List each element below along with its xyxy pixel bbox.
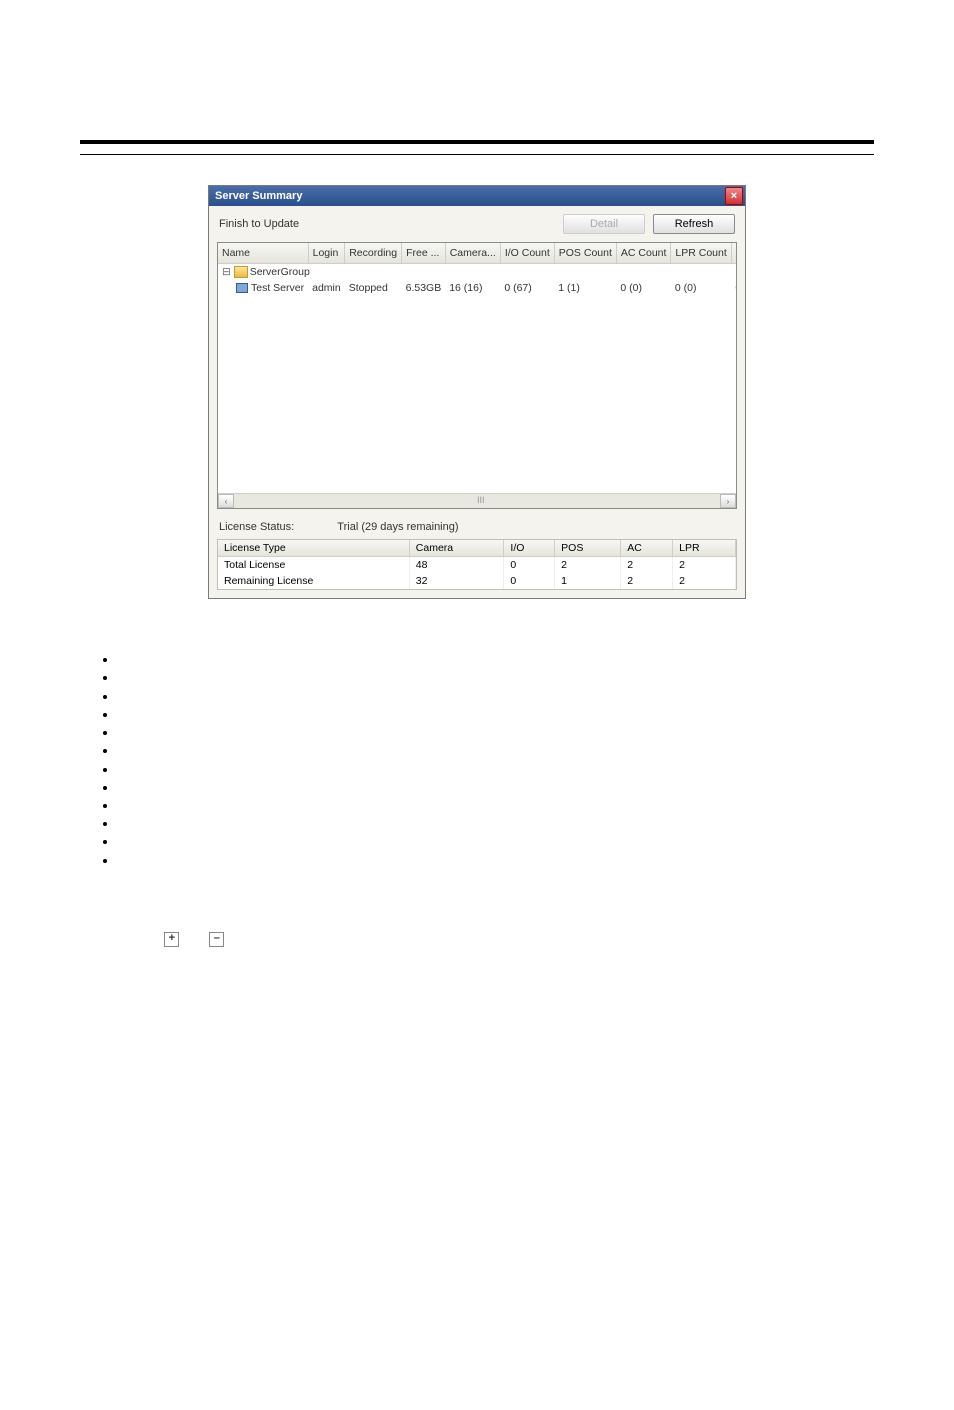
h-scrollbar[interactable]: ‹ III ›	[218, 493, 736, 508]
minus-icon: –	[209, 932, 224, 947]
lic-col-cam[interactable]: Camera	[409, 540, 504, 557]
list-item: LPR Count: the number of LPR devices occ…	[118, 797, 864, 815]
cell-free: 6.53GB	[402, 280, 446, 296]
list-item: I/O Count: the number of I/O devices occ…	[118, 742, 864, 760]
list-item: Time Zone: the time zone the server is l…	[118, 815, 864, 833]
section-heading: 2.3.2 Add Group	[90, 884, 864, 902]
list-item: License Type: the type and the amount of…	[118, 852, 864, 870]
list-item: Free Space: used for recording	[118, 706, 864, 724]
cell-pos: 1 (1)	[554, 280, 616, 296]
lic-row-total: Total License 48 0 2 2 2	[218, 557, 736, 574]
cell-lpr: 0 (0)	[671, 280, 731, 296]
col-free[interactable]: Free ...	[402, 243, 446, 264]
lic-col-pos[interactable]: POS	[555, 540, 621, 557]
cell-camera: 16 (16)	[445, 280, 500, 296]
dialog-title: Server Summary	[215, 190, 302, 202]
cell-ac: 0 (0)	[616, 280, 671, 296]
server-name: Test Server	[251, 282, 304, 294]
close-icon[interactable]: ×	[725, 187, 743, 205]
col-login[interactable]: Login	[308, 243, 345, 264]
dialog-title-bar: Server Summary ×	[209, 186, 745, 206]
cell-login: admin	[308, 280, 345, 296]
cell-io: 0 (67)	[500, 280, 554, 296]
group-row[interactable]: ServerGroup	[218, 264, 737, 281]
server-summary-dialog: Server Summary × Finish to Update Detail…	[208, 185, 746, 599]
para-1: User may create Group to place multiple …	[90, 902, 864, 920]
license-table: License Type Camera I/O POS AC LPR Total…	[217, 539, 737, 590]
list-item: Login: the account name used to login th…	[118, 669, 864, 687]
fields-list: Name: the name of the server Login: the …	[90, 651, 864, 870]
lic-row-remaining: Remaining License 32 0 1 2 2	[218, 573, 736, 589]
scroll-left-icon[interactable]: ‹	[218, 494, 234, 508]
folder-icon	[234, 266, 248, 278]
col-pos[interactable]: POS Count	[554, 243, 616, 264]
cell-recording: Stopped	[345, 280, 402, 296]
list-item: Name: the name of the server	[118, 651, 864, 669]
refresh-button[interactable]: Refresh	[653, 214, 735, 234]
col-lpr[interactable]: LPR Count	[671, 243, 731, 264]
col-io[interactable]: I/O Count	[500, 243, 554, 264]
server-icon	[236, 283, 248, 293]
cell-tz: GMT+08:00	[731, 280, 737, 296]
server-row[interactable]: Test Server admin Stopped 6.53GB 16 (16)…	[218, 280, 737, 296]
lic-col-type[interactable]: License Type	[218, 540, 409, 557]
col-tz[interactable]: Time Zone	[731, 243, 737, 264]
col-recording[interactable]: Recording	[345, 243, 402, 264]
lic-col-io[interactable]: I/O	[504, 540, 555, 557]
lic-col-ac[interactable]: AC	[621, 540, 673, 557]
lic-col-lpr[interactable]: LPR	[673, 540, 736, 557]
plus-icon: +	[164, 932, 179, 947]
list-item: Camera Count: the number of cameras bein…	[118, 724, 864, 742]
list-item: P OS Count : the number of P OS devices …	[118, 761, 864, 779]
license-status-value: Trial (29 days remaining)	[337, 521, 458, 533]
server-table: Name Login Recording Free ... Camera... …	[217, 242, 737, 509]
group-name: ServerGroup	[250, 266, 310, 278]
list-item: Recording: the recording status of the s…	[118, 688, 864, 706]
col-ac[interactable]: AC Count	[616, 243, 671, 264]
table-header-row: Name Login Recording Free ... Camera... …	[218, 243, 737, 264]
detail-button: Detail	[563, 214, 645, 234]
col-camera[interactable]: Camera...	[445, 243, 500, 264]
list-item: License Status: the status of current li…	[118, 833, 864, 851]
update-status: Finish to Update	[219, 218, 555, 230]
list-item: AC Count: the number of AC devices occup…	[118, 779, 864, 797]
fields-intro: The fields are described as below:	[90, 629, 864, 647]
scroll-right-icon[interactable]: ›	[720, 494, 736, 508]
col-name[interactable]: Name	[218, 243, 308, 264]
license-status-label: License Status:	[219, 521, 294, 533]
para-2: Click on the + and – sign on server list…	[90, 930, 864, 948]
